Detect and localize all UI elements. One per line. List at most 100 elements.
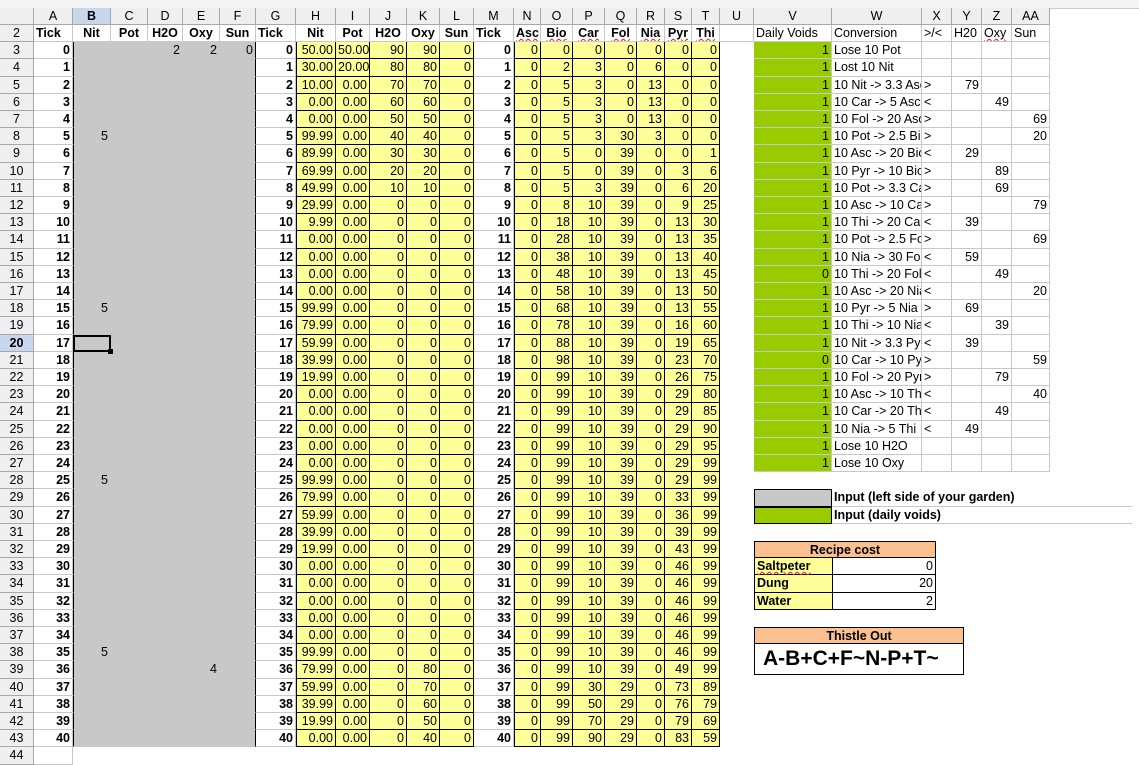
right-cell-car[interactable]: 10 — [573, 455, 605, 473]
right-cell-thi[interactable]: 25 — [692, 197, 720, 215]
mid-cell-pot[interactable]: 0.00 — [336, 558, 370, 576]
sun-value[interactable]: 79 — [1012, 197, 1050, 215]
right-cell-nia[interactable]: 0 — [637, 627, 665, 645]
oxy-value[interactable] — [982, 214, 1012, 232]
right-cell-pyr[interactable]: 0 — [665, 128, 692, 146]
header-left-pot[interactable]: Pot — [111, 25, 148, 43]
input-cell-pot[interactable] — [111, 265, 148, 283]
input-cell-pot[interactable] — [111, 369, 148, 387]
tick-left[interactable]: 33 — [34, 609, 73, 627]
right-cell-bio[interactable]: 99 — [541, 609, 573, 627]
mid-cell-sun[interactable]: 0 — [440, 197, 474, 215]
mid-cell-pot[interactable]: 0.00 — [336, 265, 370, 283]
right-cell-asc[interactable]: 0 — [514, 283, 541, 301]
right-cell-thi[interactable]: 79 — [692, 695, 720, 713]
tick-left[interactable]: 17 — [34, 334, 73, 352]
right-cell-car[interactable]: 10 — [573, 248, 605, 266]
right-cell-pyr[interactable]: 33 — [665, 489, 692, 507]
row-header-18[interactable]: 18 — [0, 300, 34, 318]
input-cell-oxy[interactable] — [183, 455, 220, 473]
right-cell-car[interactable]: 3 — [573, 128, 605, 146]
header-mid-h2o[interactable]: H2O — [370, 25, 407, 43]
mid-cell-oxy[interactable]: 0 — [407, 558, 440, 576]
input-cell-sun[interactable] — [220, 678, 256, 696]
corner-cell[interactable] — [0, 8, 34, 25]
input-cell-h2o[interactable] — [148, 420, 183, 438]
input-cell-nit[interactable]: 5 — [73, 300, 111, 318]
mid-cell-h2o[interactable]: 0 — [370, 627, 407, 645]
input-cell-oxy[interactable] — [183, 403, 220, 421]
mid-cell-h2o[interactable]: 0 — [370, 575, 407, 593]
right-cell-car[interactable]: 10 — [573, 386, 605, 404]
column-header-k[interactable]: K — [407, 8, 440, 25]
mid-cell-h2o[interactable]: 0 — [370, 317, 407, 335]
right-cell-fol[interactable]: 39 — [605, 162, 637, 180]
input-cell-nit[interactable] — [73, 162, 111, 180]
mid-cell-nit[interactable]: 99.99 — [296, 472, 336, 490]
header-right-bio[interactable]: Bio — [541, 25, 573, 43]
daily-void-input[interactable]: 1 — [754, 317, 832, 335]
mid-cell-h2o[interactable]: 10 — [370, 179, 407, 197]
right-cell-pyr[interactable]: 0 — [665, 59, 692, 77]
input-cell-sun[interactable] — [220, 111, 256, 129]
right-cell-thi[interactable]: 99 — [692, 506, 720, 524]
mid-cell-nit[interactable]: 0.00 — [296, 437, 336, 455]
right-cell-asc[interactable]: 0 — [514, 386, 541, 404]
right-cell-thi[interactable]: 65 — [692, 334, 720, 352]
tick-mid[interactable]: 8 — [256, 179, 296, 197]
right-cell-pyr[interactable]: 46 — [665, 558, 692, 576]
right-cell-fol[interactable]: 39 — [605, 420, 637, 438]
right-cell-fol[interactable]: 39 — [605, 609, 637, 627]
input-cell-pot[interactable] — [111, 59, 148, 77]
mid-cell-oxy[interactable]: 0 — [407, 506, 440, 524]
daily-void-input[interactable]: 1 — [754, 214, 832, 232]
input-cell-nit[interactable] — [73, 386, 111, 404]
right-cell-car[interactable]: 10 — [573, 627, 605, 645]
right-cell-bio[interactable]: 99 — [541, 713, 573, 731]
right-cell-bio[interactable]: 48 — [541, 265, 573, 283]
row-header-13[interactable]: 13 — [0, 214, 34, 232]
input-cell-h2o[interactable] — [148, 558, 183, 576]
input-cell-pot[interactable] — [111, 214, 148, 232]
tick-right[interactable]: 27 — [474, 506, 514, 524]
row-header-7[interactable]: 7 — [0, 111, 34, 129]
right-cell-asc[interactable]: 0 — [514, 437, 541, 455]
compare-sign[interactable]: < — [922, 386, 952, 404]
input-cell-pot[interactable] — [111, 93, 148, 111]
header-right-fol[interactable]: Fol — [605, 25, 637, 43]
mid-cell-pot[interactable]: 0.00 — [336, 455, 370, 473]
right-cell-asc[interactable]: 0 — [514, 179, 541, 197]
tick-left[interactable]: 25 — [34, 472, 73, 490]
sun-value[interactable]: 20 — [1012, 283, 1050, 301]
h20-value[interactable]: 29 — [952, 145, 982, 163]
oxy-value[interactable] — [982, 231, 1012, 249]
input-cell-nit[interactable] — [73, 437, 111, 455]
right-cell-asc[interactable]: 0 — [514, 523, 541, 541]
input-cell-sun[interactable] — [220, 214, 256, 232]
oxy-value[interactable] — [982, 111, 1012, 129]
tick-left[interactable]: 35 — [34, 644, 73, 662]
input-cell-sun[interactable] — [220, 76, 256, 94]
input-cell-oxy[interactable] — [183, 317, 220, 335]
right-cell-car[interactable]: 10 — [573, 489, 605, 507]
right-cell-bio[interactable]: 99 — [541, 541, 573, 559]
compare-sign[interactable]: > — [922, 128, 952, 146]
tick-left[interactable]: 38 — [34, 695, 73, 713]
input-cell-nit[interactable] — [73, 197, 111, 215]
input-cell-sun[interactable] — [220, 713, 256, 731]
input-cell-sun[interactable] — [220, 523, 256, 541]
right-cell-pyr[interactable]: 0 — [665, 145, 692, 163]
right-cell-car[interactable]: 70 — [573, 713, 605, 731]
mid-cell-pot[interactable]: 0.00 — [336, 420, 370, 438]
oxy-value[interactable] — [982, 197, 1012, 215]
input-cell-oxy[interactable] — [183, 678, 220, 696]
row-header-15[interactable]: 15 — [0, 248, 34, 266]
mid-cell-h2o[interactable]: 0 — [370, 334, 407, 352]
compare-sign[interactable]: > — [922, 197, 952, 215]
mid-cell-oxy[interactable]: 0 — [407, 541, 440, 559]
right-cell-nia[interactable]: 0 — [637, 214, 665, 232]
mid-cell-h2o[interactable]: 40 — [370, 128, 407, 146]
conversion-label[interactable]: 10 Pyr -> 5 Nia — [832, 300, 922, 318]
right-cell-thi[interactable]: 99 — [692, 455, 720, 473]
right-cell-nia[interactable]: 0 — [637, 351, 665, 369]
